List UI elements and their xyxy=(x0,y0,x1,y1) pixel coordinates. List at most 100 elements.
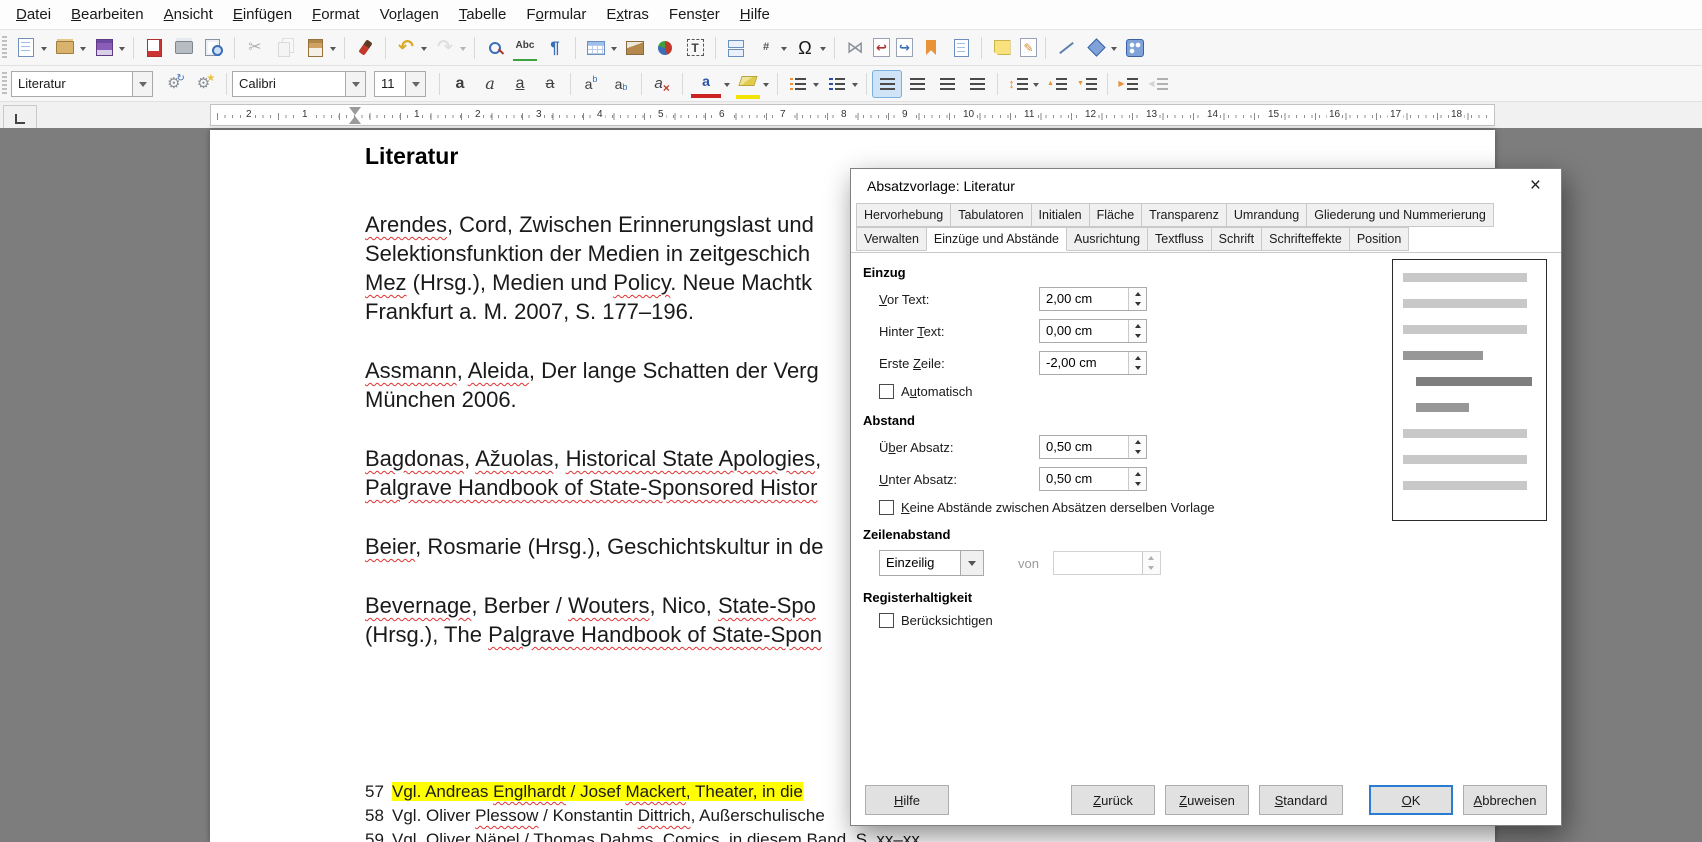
chevron-down-icon[interactable] xyxy=(330,47,336,54)
print-preview-button[interactable] xyxy=(199,34,229,62)
dialog-titlebar[interactable]: Absatzvorlage: Literatur × xyxy=(851,169,1561,203)
spin-down-icon[interactable] xyxy=(1129,331,1146,342)
ueber-absatz-value[interactable]: 0,50 cm xyxy=(1040,436,1128,458)
clear-formatting-button[interactable]: a xyxy=(647,70,677,98)
new-style-button[interactable]: ⚙ xyxy=(191,70,221,98)
font-name-combo[interactable]: Calibri xyxy=(232,71,366,97)
spin-down-icon[interactable] xyxy=(1129,299,1146,310)
font-size-combo[interactable]: 11 xyxy=(374,71,426,97)
underline-button[interactable]: a xyxy=(505,70,535,98)
track-changes-button[interactable]: ✎ xyxy=(1017,34,1040,62)
new-document-button[interactable] xyxy=(11,34,50,62)
subscript-button[interactable]: a xyxy=(606,70,636,98)
numbered-list-button[interactable] xyxy=(822,70,861,98)
spin-up-icon[interactable] xyxy=(1129,352,1146,363)
chevron-down-icon[interactable] xyxy=(724,83,730,90)
insert-hyperlink-button[interactable]: ⋈ xyxy=(840,34,870,62)
chevron-down-icon[interactable] xyxy=(852,83,858,90)
insert-chart-button[interactable] xyxy=(650,34,680,62)
bullet-list-button[interactable] xyxy=(783,70,822,98)
spin-down-icon[interactable] xyxy=(1129,363,1146,374)
vor-text-input[interactable]: 2,00 cm xyxy=(1039,287,1147,311)
tab-ausrichtung[interactable]: Ausrichtung xyxy=(1066,227,1148,251)
spin-up-icon[interactable] xyxy=(1129,288,1146,299)
menu-hilfe[interactable]: Hilfe xyxy=(730,2,780,27)
spin-up-icon[interactable] xyxy=(1129,436,1146,447)
unter-absatz-value[interactable]: 0,50 cm xyxy=(1040,468,1128,490)
chevron-down-icon[interactable] xyxy=(781,47,787,54)
save-button[interactable] xyxy=(89,34,128,62)
erste-zeile-input[interactable]: -2,00 cm xyxy=(1039,351,1147,375)
insert-table-button[interactable] xyxy=(581,34,620,62)
menu-einfugen[interactable]: Einfügen xyxy=(223,2,302,27)
abbrechen-button[interactable]: Abbrechen xyxy=(1463,785,1547,815)
justify-button[interactable] xyxy=(962,70,992,98)
chevron-down-icon[interactable] xyxy=(1033,83,1039,90)
chevron-down-icon[interactable] xyxy=(41,47,47,54)
zuweisen-button[interactable]: Zuweisen xyxy=(1165,785,1249,815)
beruecksichtigen-checkbox-row[interactable]: Berücksichtigen xyxy=(879,613,1549,628)
spin-up-icon[interactable] xyxy=(1129,320,1146,331)
tab-gliederung-und-nummerierung[interactable]: Gliederung und Nummerierung xyxy=(1306,203,1494,227)
insert-line-button[interactable] xyxy=(1051,34,1081,62)
chevron-down-icon[interactable] xyxy=(763,83,769,90)
unter-absatz-input[interactable]: 0,50 cm xyxy=(1039,467,1147,491)
ueber-absatz-input[interactable]: 0,50 cm xyxy=(1039,435,1147,459)
align-center-button[interactable] xyxy=(902,70,932,98)
chevron-down-icon[interactable] xyxy=(132,72,152,96)
insert-special-character-button[interactable]: Ω xyxy=(790,34,829,62)
insert-cross-reference-button[interactable] xyxy=(946,34,976,62)
hinter-text-value[interactable]: 0,00 cm xyxy=(1040,320,1128,342)
strikethrough-button[interactable]: a xyxy=(535,70,565,98)
increase-indent-button[interactable] xyxy=(1113,70,1143,98)
toolbar-grip[interactable] xyxy=(2,36,7,60)
automatisch-checkbox[interactable] xyxy=(879,384,894,399)
formatting-marks-button[interactable]: ¶ xyxy=(540,34,570,62)
tab-verwalten[interactable]: Verwalten xyxy=(856,227,927,251)
chevron-down-icon[interactable] xyxy=(119,47,125,54)
draw-functions-button[interactable] xyxy=(1120,34,1150,62)
indent-marker[interactable] xyxy=(348,107,362,124)
chevron-down-icon[interactable] xyxy=(1111,47,1117,54)
tab-initialen[interactable]: Initialen xyxy=(1031,203,1090,227)
open-button[interactable] xyxy=(50,34,89,62)
close-icon[interactable]: × xyxy=(1526,175,1545,197)
insert-endnote-button[interactable]: ↪ xyxy=(893,34,916,62)
erste-zeile-value[interactable]: -2,00 cm xyxy=(1040,352,1128,374)
chevron-down-icon[interactable] xyxy=(813,83,819,90)
hilfe-button[interactable]: Hilfe xyxy=(865,785,949,815)
zeilenabstand-select[interactable]: Einzeilig xyxy=(879,550,984,576)
insert-page-break-button[interactable] xyxy=(721,34,751,62)
menu-extras[interactable]: Extras xyxy=(596,2,659,27)
paste-button[interactable] xyxy=(300,34,339,62)
chevron-down-icon[interactable] xyxy=(960,551,983,575)
keine-abstaende-checkbox[interactable] xyxy=(879,500,894,515)
tab-umrandung[interactable]: Umrandung xyxy=(1226,203,1307,227)
menu-tabelle[interactable]: Tabelle xyxy=(449,2,517,27)
clone-formatting-button[interactable] xyxy=(350,34,380,62)
horizontal-ruler[interactable]: 21123456789101112131415161718 xyxy=(210,104,1495,126)
paragraph-style-combo[interactable]: Literatur xyxy=(11,71,153,97)
chevron-down-icon[interactable] xyxy=(80,47,86,54)
menu-vorlagen[interactable]: Vorlagen xyxy=(370,2,449,27)
menu-fenster[interactable]: Fenster xyxy=(659,2,730,27)
bold-button[interactable]: a xyxy=(445,70,475,98)
chevron-down-icon[interactable] xyxy=(611,47,617,54)
insert-footnote-button[interactable]: ↩ xyxy=(870,34,893,62)
toolbar-grip[interactable] xyxy=(2,72,7,96)
align-right-button[interactable] xyxy=(932,70,962,98)
spin-up-icon[interactable] xyxy=(1129,468,1146,479)
spelling-button[interactable]: Abc xyxy=(510,34,540,62)
superscript-button[interactable]: a xyxy=(576,70,606,98)
tab-flache[interactable]: Fläche xyxy=(1089,203,1143,227)
italic-button[interactable]: a xyxy=(475,70,505,98)
spin-down-icon[interactable] xyxy=(1129,447,1146,458)
decrease-paragraph-spacing-button[interactable] xyxy=(1072,70,1102,98)
chevron-down-icon[interactable] xyxy=(820,47,826,54)
menu-bearbeiten[interactable]: Bearbeiten xyxy=(61,2,154,27)
left-indent-marker[interactable] xyxy=(349,110,361,124)
chevron-down-icon[interactable] xyxy=(460,47,466,54)
tab-einzuge-und-abstande[interactable]: Einzüge und Abstände xyxy=(926,227,1067,251)
insert-comment-button[interactable] xyxy=(987,34,1017,62)
zurueck-button[interactable]: Zurück xyxy=(1071,785,1155,815)
